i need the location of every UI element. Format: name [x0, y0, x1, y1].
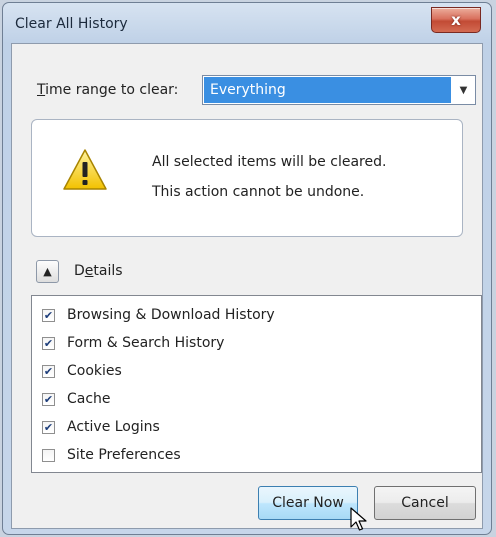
details-label-start: D [74, 263, 85, 279]
checkbox[interactable]: ✔ [42, 336, 55, 350]
time-range-select[interactable]: Everything ▼ [202, 75, 476, 105]
details-label-end: tails [93, 263, 123, 279]
chevron-up-icon: ▲ [43, 265, 52, 278]
time-range-value: Everything [204, 77, 451, 103]
warning-panel: All selected items will be cleared. This… [31, 119, 463, 237]
warning-undo-message: This action cannot be undone. [152, 184, 365, 200]
list-item-label: Site Preferences [67, 447, 181, 463]
checkbox[interactable] [42, 448, 55, 462]
close-icon: x [451, 11, 461, 29]
list-item-cookies[interactable]: ✔ Cookies [42, 360, 122, 382]
list-item-label: Form & Search History [67, 335, 225, 351]
list-item-label: Browsing & Download History [67, 307, 275, 323]
details-label: Details [74, 263, 123, 279]
list-item-form-history[interactable]: ✔ Form & Search History [42, 332, 224, 354]
checkbox[interactable]: ✔ [42, 364, 55, 378]
list-item-active-logins[interactable]: ✔ Active Logins [42, 416, 160, 438]
dropdown-arrow-icon[interactable]: ▼ [452, 76, 475, 104]
checkbox[interactable]: ✔ [42, 308, 55, 322]
list-item-label: Cache [67, 391, 111, 407]
list-item-label: Cookies [67, 363, 122, 379]
time-range-label: Time range to clear: [37, 82, 178, 98]
dialog-body: Time range to clear: Everything ▼ All se… [11, 43, 483, 531]
history-items-list: ✔ Browsing & Download History ✔ Form & S… [31, 295, 482, 473]
list-item-cache[interactable]: ✔ Cache [42, 388, 111, 410]
checkbox[interactable]: ✔ [42, 420, 55, 434]
time-range-label-accesskey: T [37, 82, 46, 98]
warning-icon [63, 149, 107, 190]
list-item-browsing-history[interactable]: ✔ Browsing & Download History [42, 304, 275, 326]
checkbox[interactable]: ✔ [42, 392, 55, 406]
mouse-cursor-icon [350, 507, 367, 531]
details-toggle-button[interactable]: ▲ [36, 260, 59, 283]
warning-message: All selected items will be cleared. [152, 154, 387, 170]
list-item-site-preferences[interactable]: Site Preferences [42, 444, 181, 466]
dialog-title: Clear All History [15, 16, 128, 32]
time-range-label-text: ime range to clear: [45, 82, 179, 98]
clear-now-button[interactable]: Clear Now [258, 486, 358, 520]
close-button[interactable]: x [431, 7, 481, 33]
list-item-label: Active Logins [67, 419, 160, 435]
cancel-button[interactable]: Cancel [374, 486, 476, 520]
clear-history-dialog: Clear All History x Time range to clear:… [2, 2, 492, 535]
